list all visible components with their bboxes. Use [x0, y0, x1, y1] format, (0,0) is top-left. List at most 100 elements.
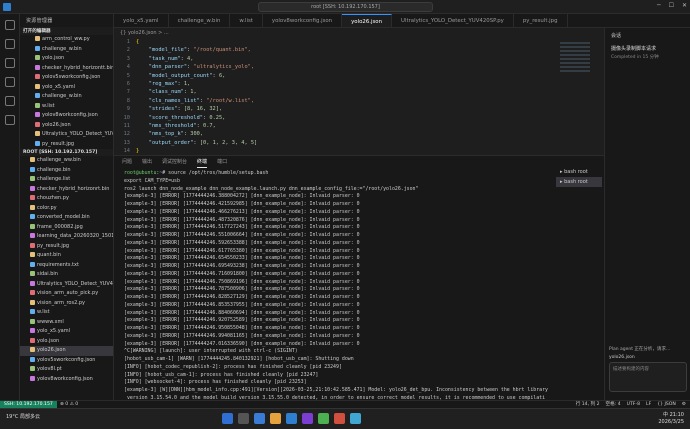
file-tree-item[interactable]: vision_arm_auto_pick.py [20, 289, 113, 299]
terminal-line: export CAM_TYPE=usb [124, 177, 180, 184]
open-editor-item[interactable]: yolo26.json [20, 121, 113, 131]
panel-tab[interactable]: 问题 [122, 156, 132, 168]
open-editor-item[interactable]: Ultralytics_YOLO_Detect_YUV420S... [20, 130, 113, 140]
file-name: arm_control_ww.py [42, 36, 90, 42]
open-editor-item[interactable]: yolo.json [20, 54, 113, 64]
file-tree-item[interactable]: w.list [20, 308, 113, 318]
start-icon[interactable] [222, 413, 233, 424]
chat-hint: Plan agent 正在分析，请求... yolo26.json [609, 346, 687, 360]
editor-tab[interactable]: yolov8workconfig.json [263, 14, 343, 27]
file-tree-item[interactable]: requirements.txt [20, 261, 113, 271]
file-tree-item[interactable]: yolov5sworkconfig.json [20, 356, 113, 366]
editor-tab[interactable]: Ultralytics_YOLO_Detect_YUV420SP.py [392, 14, 514, 27]
extensions-icon[interactable] [4, 96, 15, 106]
json-value: 1, [190, 89, 197, 96]
file-tree-item[interactable]: checker_hybrid_horizonrt.bin [20, 185, 113, 195]
json-key: "strides" [148, 106, 178, 113]
code-editor[interactable]: 1{2 "model_file": "/root/quant.bin", 3 "t… [114, 38, 604, 154]
open-editors-header[interactable]: 打开的编辑器 [20, 27, 113, 35]
file-tree-item[interactable]: challenge_ww.bin [20, 156, 113, 166]
file-tree-item[interactable]: yolo.json [20, 337, 113, 347]
chat-title: 会话 [611, 33, 622, 39]
line-number: 9 [126, 106, 130, 113]
editor-tab[interactable]: w.list [230, 14, 263, 27]
file-tree-item[interactable]: learning_data_20260320_150133... [20, 232, 113, 242]
file-tree-item[interactable]: frame_000082.jpg [20, 223, 113, 233]
file-tree-item[interactable]: yolo_x5.yaml [20, 327, 113, 337]
terminal-line: root@ubuntu:~# source /opt/tros/humble/s… [124, 170, 269, 176]
file-icon [35, 55, 40, 60]
open-editor-item[interactable]: arm_control_ww.py [20, 35, 113, 45]
chat-input[interactable]: 描述要构建的内容 [609, 362, 687, 392]
file-name: Ultralytics_YOLO_Detect_YUV420S... [37, 280, 113, 287]
file-tree-item[interactable]: yolo26.json [20, 346, 113, 356]
root-folder-header[interactable]: ROOT [SSH: 10.192.170.157] [20, 149, 113, 156]
file-name: quant.bin [37, 252, 61, 258]
run-debug-icon[interactable] [4, 77, 15, 87]
explorer-icon[interactable] [4, 20, 15, 30]
file-tree-item[interactable]: yolov8workconfig.json [20, 375, 113, 385]
minimize-icon[interactable]: ─ [657, 2, 661, 9]
file-tree-item[interactable]: Ultralytics_YOLO_Detect_YUV420S... [20, 280, 113, 290]
panel-tab[interactable]: 输出 [142, 156, 152, 168]
terminal-output[interactable]: root@ubuntu:~# source /opt/tros/humble/s… [114, 168, 604, 428]
windows-taskbar: 19°C 局部多云 中 21:10 2026/3/25 [0, 408, 690, 429]
file-tree-item[interactable]: yolov8l.pt [20, 365, 113, 375]
app-icon[interactable] [334, 413, 345, 424]
file-tree-item[interactable]: challenge.bin [20, 166, 113, 176]
search-icon[interactable] [238, 413, 249, 424]
open-editor-item[interactable]: checker_hybrid_horizontt.bin [20, 64, 113, 74]
file-name: chouzhen.py [37, 195, 69, 201]
open-editor-item[interactable]: challenge_w.bin [20, 45, 113, 55]
panel-tab[interactable]: 调试控制台 [162, 156, 187, 168]
explorer-sidebar: 资源管理器 打开的编辑器 arm_control_ww.py challenge_… [20, 14, 114, 400]
open-editor-item[interactable]: py_result.jpg [20, 140, 113, 150]
line-number: 1 [126, 39, 130, 45]
panel-tab[interactable]: 终端 [197, 156, 208, 168]
file-tree-item[interactable]: sidai.bin [20, 270, 113, 280]
file-tree-item[interactable]: py_result.jpg [20, 242, 113, 252]
minimap[interactable] [560, 40, 590, 100]
file-tree-item[interactable]: wwww.xml [20, 318, 113, 328]
clock-time: 21:10 [669, 412, 684, 418]
editor-tab[interactable]: py_result.jpg [514, 14, 568, 27]
file-tree-item[interactable]: chouzhen.py [20, 194, 113, 204]
open-editor-item[interactable]: challenge_w.bin [20, 92, 113, 102]
system-tray[interactable]: 中 21:10 2026/3/25 [658, 412, 684, 426]
edge-icon[interactable] [254, 413, 265, 424]
panel-tab[interactable]: 端口 [217, 156, 227, 168]
weather-widget[interactable]: 19°C 局部多云 [6, 413, 40, 420]
open-editor-item[interactable]: w.list [20, 102, 113, 112]
remote-explorer-icon[interactable] [4, 115, 15, 125]
terminal-instance[interactable]: ▸ bash root [556, 167, 602, 177]
open-editor-item[interactable]: yolov8workconfig.json [20, 111, 113, 121]
code-line: 11 "nms_threshold": 0.7, [114, 122, 604, 130]
search-icon[interactable] [4, 39, 15, 49]
editor-tab[interactable]: yolo26.json [342, 14, 392, 27]
ime-indicator[interactable]: 中 [663, 412, 668, 418]
file-tree-item[interactable]: converted_model.bin [20, 213, 113, 223]
terminal-instance[interactable]: ▸ bash root [556, 177, 602, 187]
source-control-icon[interactable] [4, 58, 15, 68]
close-icon[interactable]: ✕ [682, 2, 687, 9]
file-name: sidai.bin [37, 271, 58, 277]
json-value: "ultralytics_yolo", [193, 64, 255, 71]
file-tree-item[interactable]: challenge.list [20, 175, 113, 185]
app-icon[interactable] [350, 413, 361, 424]
chat-attached-file[interactable]: yolo26.json [609, 355, 687, 360]
command-center-search[interactable]: root [SSH: 10.192.170.157] [258, 2, 433, 12]
breadcrumb[interactable]: {} yolo26.json > ... [114, 28, 604, 38]
open-editor-item[interactable]: yolo_x5.yaml [20, 83, 113, 93]
wechat-icon[interactable] [318, 413, 329, 424]
file-tree-item[interactable]: color.py [20, 204, 113, 214]
file-explorer-icon[interactable] [270, 413, 281, 424]
editor-tab[interactable]: yolo_x5.yaml [114, 14, 169, 27]
file-tree-item[interactable]: vision_arm_ros2.py [20, 299, 113, 309]
editor-tab[interactable]: challenge_w.bin [169, 14, 231, 27]
file-tree-item[interactable]: quant.bin [20, 251, 113, 261]
chat-task-title[interactable]: 摄像头录制脚本请求 [605, 43, 690, 54]
open-editor-item[interactable]: yolov5sworkconfig.json [20, 73, 113, 83]
vscode-icon[interactable] [286, 413, 297, 424]
maximize-icon[interactable]: ☐ [669, 2, 674, 9]
app-icon[interactable] [302, 413, 313, 424]
